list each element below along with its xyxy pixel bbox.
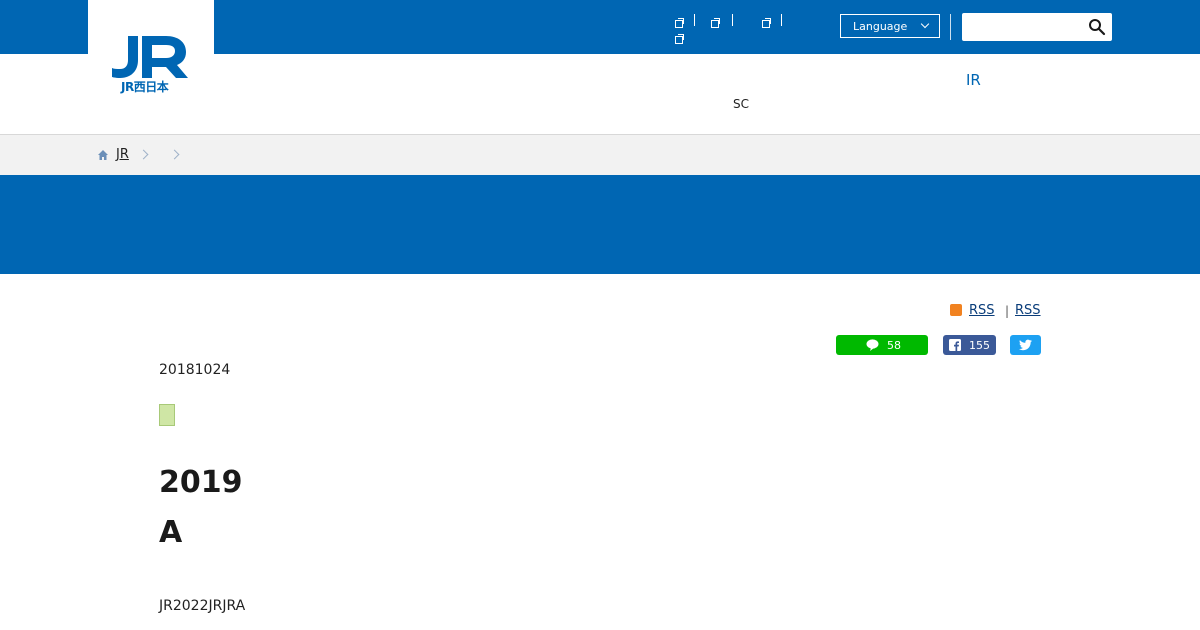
search-input[interactable] [966,17,1082,39]
breadcrumb: JR [0,135,1200,175]
home-icon [98,150,108,160]
headline-line-2: A [159,515,183,550]
facebook-icon [949,339,961,351]
rss-link-2[interactable]: RSS [1015,303,1041,318]
article-headline: 2019 A [159,458,243,558]
search-icon[interactable] [1088,18,1106,36]
chevron-right-icon [169,149,180,160]
divider [950,14,951,40]
line-icon [866,339,879,351]
line-share-button[interactable]: 58 [836,335,928,355]
rss-icon [950,304,962,316]
external-link-icon [711,18,720,28]
rss-links: RSS | RSS [950,302,1050,322]
nav-item-ir[interactable]: IR [966,71,981,89]
category-tag [159,404,175,426]
divider [732,14,733,26]
rss-link-1[interactable]: RSS [969,303,995,318]
article-date: 20181024 [159,362,231,378]
twitter-share-button[interactable] [1010,335,1041,355]
external-link-4[interactable] [762,13,771,32]
logo-caption: JR西日本 [121,80,169,94]
search-box [962,13,1112,41]
page-banner [0,175,1200,274]
breadcrumb-home[interactable]: JR [116,147,129,162]
twitter-icon [1019,339,1032,351]
chevron-right-icon [138,149,149,160]
line-share-count: 58 [887,339,901,352]
language-label: Language [853,20,908,33]
facebook-share-button[interactable]: 155 [943,335,996,355]
facebook-share-count: 155 [969,339,990,352]
language-select[interactable]: Language [840,14,940,38]
external-link-3[interactable] [711,13,720,32]
utility-links [670,10,790,46]
jr-logo [112,36,188,78]
divider [694,14,695,26]
headline-line-1: 2019 [159,465,243,500]
divider [781,14,782,26]
nav-item-sc[interactable]: SC [733,97,749,111]
external-link-icon [675,34,684,44]
external-link-icon [675,18,684,28]
chevron-down-icon [920,19,930,29]
site-logo[interactable]: JR西日本 [88,0,214,110]
rss-separator: | [1005,304,1010,318]
external-link-2[interactable] [675,29,684,48]
article-body: JR2022JRJRA [159,598,246,614]
external-link-icon [762,18,771,28]
